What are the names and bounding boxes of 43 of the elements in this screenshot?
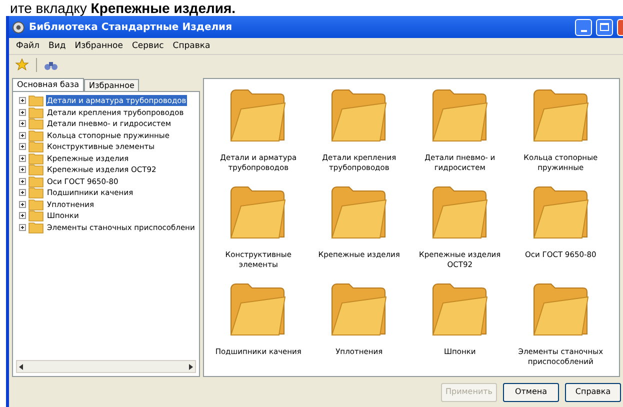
folder-icon bbox=[28, 94, 44, 108]
menu-item[interactable]: Избранное bbox=[74, 40, 123, 52]
dialog-button[interactable]: Отмена bbox=[503, 382, 559, 402]
folder-icon bbox=[28, 174, 44, 188]
expand-icon[interactable] bbox=[19, 154, 26, 162]
folder-icon bbox=[28, 220, 44, 234]
right-arrow-icon[interactable] bbox=[189, 364, 193, 370]
expand-icon[interactable] bbox=[19, 178, 26, 185]
folder-icon bbox=[28, 117, 44, 130]
folder-icon bbox=[28, 186, 44, 200]
dialog-button[interactable]: Справка bbox=[565, 382, 621, 402]
folder-icon bbox=[28, 152, 44, 165]
expand-icon[interactable] bbox=[19, 200, 26, 208]
expand-icon[interactable] bbox=[19, 120, 26, 128]
maximize-button[interactable] bbox=[596, 18, 613, 36]
folder-icon bbox=[28, 106, 44, 119]
expand-icon[interactable] bbox=[19, 224, 26, 231]
expand-icon[interactable] bbox=[19, 212, 26, 220]
minimize-button[interactable] bbox=[575, 18, 592, 36]
left-arrow-icon[interactable] bbox=[19, 364, 23, 370]
star-icon[interactable] bbox=[15, 58, 29, 72]
caption-text: ите вкладку Крепежные изделия. bbox=[9, 0, 237, 16]
expand-icon[interactable] bbox=[19, 132, 26, 139]
folder-icon bbox=[28, 198, 44, 211]
expand-icon[interactable] bbox=[19, 189, 26, 196]
menu-item[interactable]: Сервис bbox=[132, 40, 164, 52]
folder-icon bbox=[28, 140, 44, 154]
folder-icon bbox=[28, 128, 44, 142]
expand-icon[interactable] bbox=[19, 143, 26, 150]
menu-item[interactable]: Справка bbox=[172, 40, 210, 52]
folder-icon bbox=[28, 209, 44, 222]
expand-icon[interactable] bbox=[19, 108, 26, 116]
window-title: Библиотека Стандартные Изделия bbox=[29, 20, 233, 34]
tab[interactable]: Избранное bbox=[84, 79, 140, 91]
menu-item[interactable]: Вид bbox=[48, 40, 66, 52]
expand-icon[interactable] bbox=[19, 166, 26, 174]
close-button[interactable] bbox=[617, 18, 623, 36]
horizontal-scrollbar[interactable] bbox=[16, 360, 196, 373]
binoculars-icon[interactable] bbox=[44, 60, 58, 70]
menu-item[interactable]: Файл bbox=[16, 40, 40, 52]
folder-icon bbox=[28, 163, 44, 176]
expand-icon[interactable] bbox=[19, 97, 26, 104]
tab[interactable]: Основная база bbox=[12, 78, 84, 91]
